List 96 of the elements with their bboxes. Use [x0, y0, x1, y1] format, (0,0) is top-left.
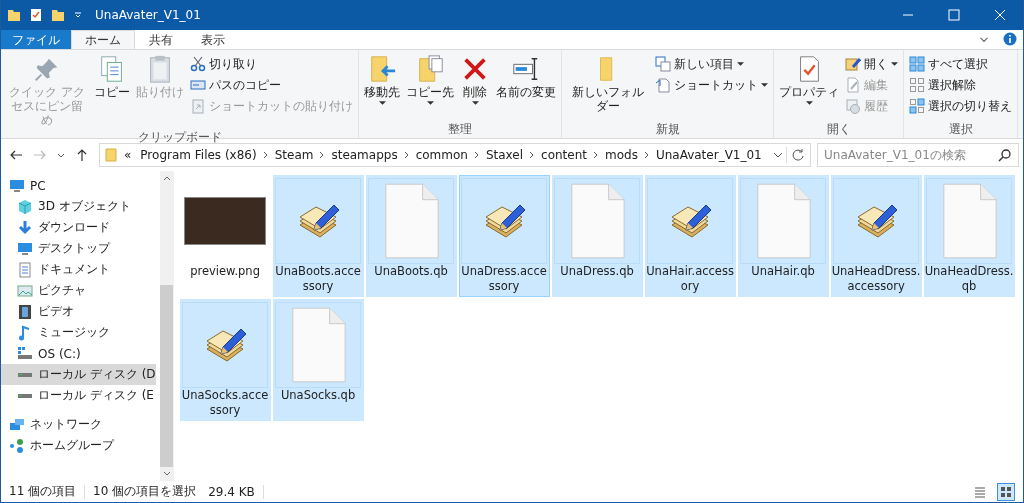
address-bar[interactable]: « Program Files (x86) Steam steamapps common Staxel content mods UnaAvater_V1_01	[99, 143, 811, 167]
file-item[interactable]: UnaBoots.accessory	[272, 175, 364, 297]
ribbon-tab[interactable]: ホーム	[71, 30, 135, 49]
ribbon-button[interactable]: コピー先	[404, 52, 456, 108]
homegroup-icon	[9, 437, 25, 454]
chevron-icon[interactable]	[403, 151, 410, 159]
ribbon-button[interactable]: 新しいフォルダー	[565, 52, 651, 115]
file-item[interactable]: UnaHair.qb	[737, 175, 829, 297]
nav-item[interactable]: ドキュメント	[1, 259, 156, 280]
chevron-icon[interactable]	[262, 151, 269, 159]
shortcut-icon	[655, 77, 671, 93]
breadcrumb[interactable]: Staxel	[482, 148, 527, 162]
ribbon-button[interactable]: パスのコピー	[188, 75, 355, 95]
help-icon[interactable]	[1003, 32, 1017, 46]
file-item[interactable]: UnaSocks.accessory	[179, 299, 271, 421]
nav-item[interactable]: ローカル ディスク (E	[1, 385, 156, 406]
group-label: 選択	[947, 121, 974, 138]
item-count: 11 個の項目	[9, 483, 77, 500]
search-icon	[998, 148, 1012, 162]
drive-icon	[17, 392, 33, 399]
breadcrumb[interactable]: common	[412, 148, 471, 162]
nav-item[interactable]: デスクトップ	[1, 238, 156, 259]
file-item[interactable]: preview.png	[179, 175, 271, 297]
ribbon-button[interactable]: 開く	[843, 54, 900, 74]
group-label: 整理	[447, 121, 473, 138]
film-icon	[17, 303, 33, 320]
icons-view-button[interactable]	[997, 482, 1015, 501]
group-label: 開く	[825, 121, 852, 138]
ribbon-button[interactable]: プロパティ	[777, 52, 841, 108]
properties-icon[interactable]	[29, 8, 43, 22]
ribbon-tab[interactable]: ファイル	[1, 30, 71, 49]
nav-item[interactable]: PC	[1, 175, 156, 196]
file-item[interactable]: UnaHeadDress.qb	[923, 175, 1015, 297]
ribbon-button[interactable]: 新しい項目	[653, 54, 770, 74]
monitor-icon	[9, 177, 25, 194]
window-title: UnaAvater_V1_01	[95, 8, 201, 22]
breadcrumb[interactable]: mods	[602, 148, 641, 162]
group-label: 新規	[654, 121, 681, 138]
nav-item[interactable]: ローカル ディスク (D	[1, 364, 156, 385]
breadcrumb[interactable]: content	[538, 148, 590, 162]
chevron-icon[interactable]	[529, 151, 536, 159]
breadcrumb[interactable]: UnaAvater_V1_01	[652, 148, 765, 162]
selection-count: 10 個の項目を選択	[93, 483, 197, 500]
network-icon	[9, 416, 25, 433]
breadcrumb[interactable]: steamapps	[328, 148, 401, 162]
group-label: クリップボード	[136, 129, 223, 146]
ribbon-button[interactable]: コピー	[92, 52, 132, 101]
nav-item[interactable]: ミュージック	[1, 322, 156, 343]
folder-icon[interactable]	[51, 8, 65, 22]
nav-item[interactable]: ダウンロード	[1, 217, 156, 238]
ribbon-button[interactable]: 移動先	[362, 52, 402, 108]
breadcrumb[interactable]: Steam	[271, 148, 317, 162]
file-item[interactable]: UnaBoots.qb	[365, 175, 457, 297]
list-icon	[974, 485, 986, 498]
cut-icon	[190, 56, 206, 72]
scroll-thumb[interactable]	[160, 285, 174, 467]
nav-item[interactable]: ビデオ	[1, 301, 156, 322]
edit-icon	[845, 77, 861, 93]
chevron-icon[interactable]	[593, 151, 599, 159]
chevron-icon[interactable]	[473, 151, 480, 159]
scrollbar[interactable]	[159, 171, 174, 481]
file-item[interactable]: UnaSocks.qb	[272, 299, 364, 421]
refresh-icon[interactable]	[786, 147, 806, 163]
ribbon-button[interactable]: すべて選択	[907, 54, 1014, 74]
file-item[interactable]: UnaDress.qb	[551, 175, 643, 297]
drive-icon	[17, 345, 33, 362]
breadcrumb[interactable]: Program Files (x86)	[137, 148, 260, 162]
cube-icon	[17, 198, 33, 215]
ribbon-button[interactable]: ショートカット	[653, 75, 770, 95]
grid-icon	[1000, 485, 1012, 498]
monitor-icon	[17, 240, 33, 257]
document-icon	[17, 261, 33, 278]
nav-item[interactable]: 3D オブジェクト	[1, 196, 156, 217]
nav-item[interactable]: ホームグループ	[1, 435, 156, 456]
download-icon	[17, 219, 33, 236]
picture-icon	[17, 282, 33, 299]
file-item[interactable]: UnaHair.accessory	[644, 175, 736, 297]
nav-item[interactable]: ピクチャ	[1, 280, 156, 301]
overflow-button[interactable]: «	[121, 148, 135, 162]
chevron-icon[interactable]	[319, 151, 326, 159]
search-field[interactable]: UnaAvater_V1_01の検索	[817, 143, 1019, 167]
file-item[interactable]: UnaDress.accessory	[458, 175, 550, 297]
ribbon-button[interactable]: 名前の変更	[494, 52, 558, 101]
file-item[interactable]: UnaHeadDress.accessory	[830, 175, 922, 297]
folder-icon	[104, 148, 118, 162]
ribbon-button[interactable]: 削除	[458, 52, 492, 108]
selection-size: 29.4 KB	[208, 484, 255, 499]
chevron-icon[interactable]	[643, 151, 650, 159]
drive-icon	[17, 371, 33, 378]
ribbon-button[interactable]: 選択解除	[907, 75, 1014, 95]
nav-item[interactable]: ネットワーク	[1, 414, 156, 435]
folder-icon	[7, 8, 21, 22]
nav-item[interactable]: OS (C:)	[1, 343, 156, 364]
ribbon-button[interactable]: 選択の切り替え	[907, 96, 1014, 116]
open-icon	[845, 56, 861, 72]
ribbon-button[interactable]: 切り取り	[188, 54, 355, 74]
